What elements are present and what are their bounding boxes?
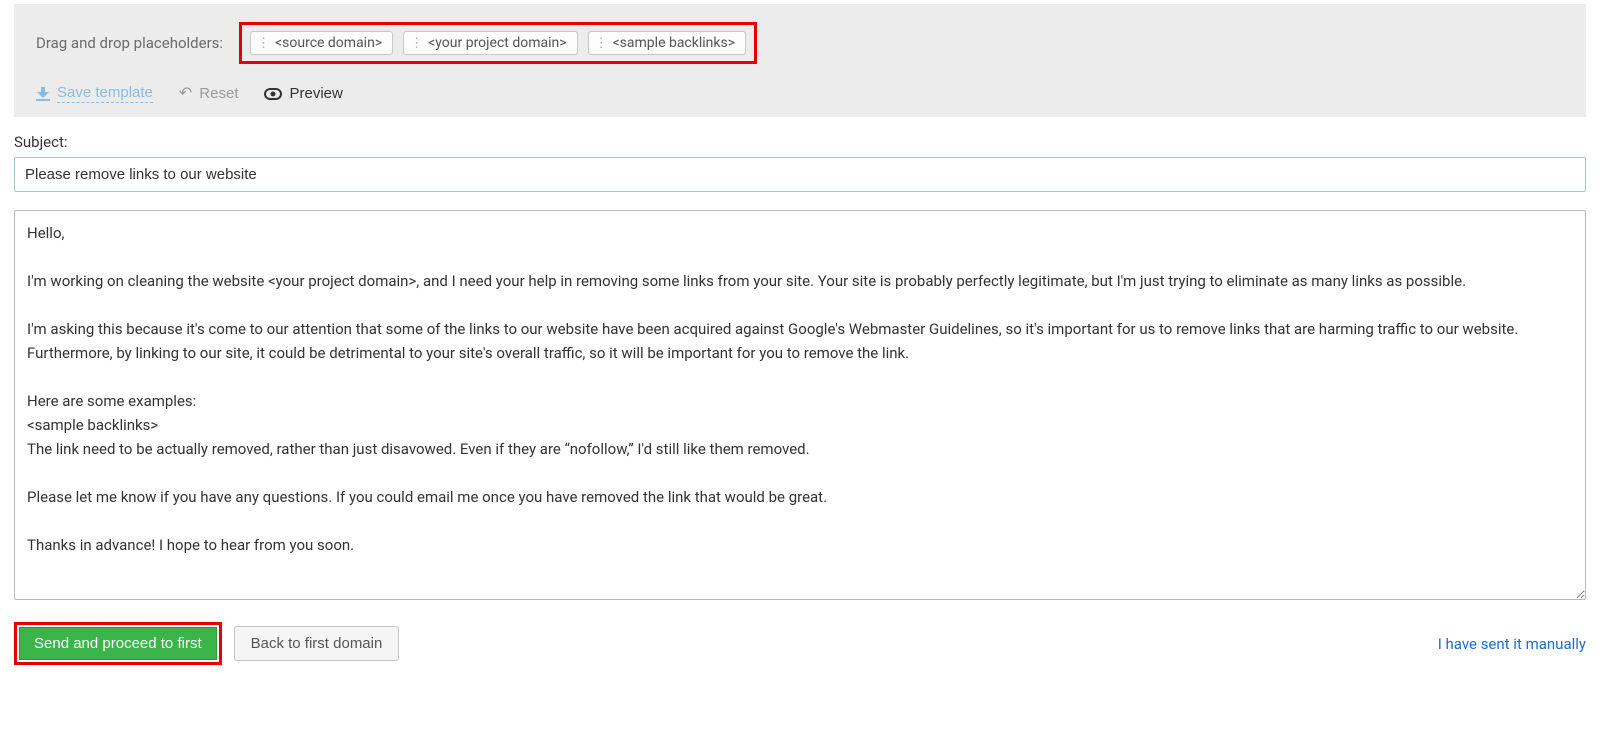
form-area: Subject:	[0, 117, 1600, 604]
placeholder-chip-source-domain[interactable]: ⋮ <source domain>	[250, 31, 393, 55]
toolbar: Drag and drop placeholders: ⋮ <source do…	[14, 4, 1586, 117]
send-button-highlight: Send and proceed to first	[14, 622, 222, 665]
download-icon	[36, 87, 50, 101]
grip-icon: ⋮	[410, 37, 422, 50]
grip-icon: ⋮	[595, 37, 607, 50]
subject-input[interactable]	[14, 157, 1586, 192]
placeholder-highlight: ⋮ <source domain> ⋮ <your project domain…	[239, 22, 757, 64]
send-proceed-button[interactable]: Send and proceed to first	[19, 627, 217, 660]
subject-label: Subject:	[14, 133, 1586, 151]
sent-manually-link[interactable]: I have sent it manually	[1438, 635, 1586, 653]
bottom-row: Send and proceed to first Back to first …	[0, 604, 1600, 673]
placeholder-row: Drag and drop placeholders: ⋮ <source do…	[36, 22, 1564, 64]
save-template-label: Save template	[57, 84, 153, 103]
placeholder-chip-sample-backlinks[interactable]: ⋮ <sample backlinks>	[588, 31, 746, 55]
save-template-button[interactable]: Save template	[36, 84, 153, 103]
chip-label: <source domain>	[275, 35, 382, 51]
grip-icon: ⋮	[257, 37, 269, 50]
placeholder-label: Drag and drop placeholders:	[36, 34, 223, 52]
actions-row: Save template ↶ Reset Preview	[36, 84, 1564, 103]
reset-button[interactable]: ↶ Reset	[179, 85, 239, 102]
chip-label: <your project domain>	[428, 35, 566, 51]
placeholder-chip-project-domain[interactable]: ⋮ <your project domain>	[403, 31, 577, 55]
reset-label: Reset	[199, 85, 238, 102]
chip-label: <sample backlinks>	[613, 35, 735, 51]
preview-button[interactable]: Preview	[264, 85, 342, 102]
undo-icon: ↶	[179, 86, 192, 102]
body-textarea[interactable]	[14, 210, 1586, 600]
preview-label: Preview	[289, 85, 342, 102]
eye-icon	[264, 88, 282, 100]
back-first-button[interactable]: Back to first domain	[234, 626, 400, 661]
